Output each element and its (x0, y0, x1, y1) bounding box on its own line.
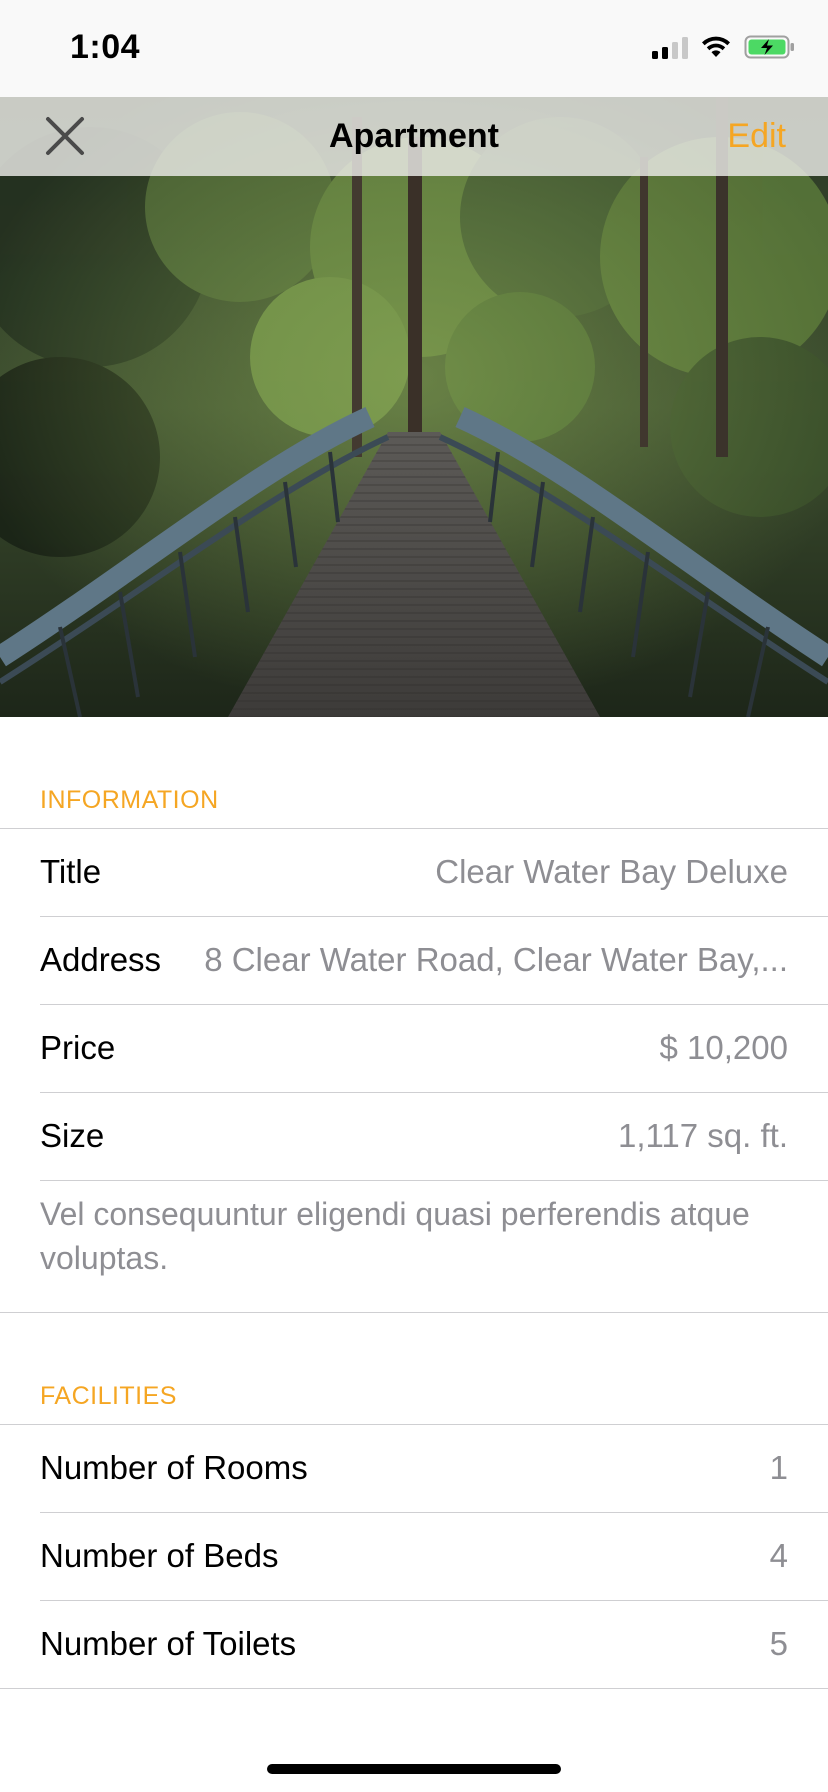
status-time: 1:04 (70, 28, 141, 66)
row-label: Price (40, 1029, 116, 1066)
cellular-signal-icon (652, 35, 688, 59)
row-label: Number of Beds (40, 1537, 279, 1574)
info-row-price[interactable]: Price $ 10,200 (40, 1005, 788, 1091)
info-row-title[interactable]: Title Clear Water Bay Deluxe (40, 829, 788, 915)
info-row-address[interactable]: Address 8 Clear Water Road, Clear Water … (40, 917, 788, 1003)
apartment-detail-screen: 1:04 Apartment Edit INFORMATION Title Cl… (0, 0, 828, 1792)
info-row-size[interactable]: Size 1,117 sq. ft. (40, 1093, 788, 1179)
information-section-header: INFORMATION (40, 786, 219, 814)
row-value: 5 (769, 1625, 788, 1662)
battery-charging-icon (744, 35, 794, 59)
row-label: Title (40, 853, 102, 890)
apartment-photo (0, 97, 828, 717)
bridge-forest-image (0, 97, 828, 717)
status-icons (652, 34, 796, 60)
row-label: Size (40, 1117, 105, 1154)
separator (0, 1312, 828, 1313)
facility-row-rooms[interactable]: Number of Rooms 1 (40, 1425, 788, 1511)
page-title: Apartment (328, 117, 500, 155)
row-value: 8 Clear Water Road, Clear Water Bay,... (204, 941, 788, 978)
description-text: Vel consequuntur eligendi quasi perferen… (40, 1196, 750, 1276)
row-value: 4 (769, 1537, 788, 1574)
wifi-icon (702, 36, 730, 57)
navigation-bar: Apartment Edit (0, 97, 828, 176)
separator (0, 1688, 828, 1689)
row-value: $ 10,200 (659, 1029, 788, 1066)
row-label: Number of Rooms (40, 1449, 308, 1486)
row-label: Number of Toilets (40, 1625, 297, 1662)
row-value: Clear Water Bay Deluxe (435, 853, 788, 890)
facility-row-beds[interactable]: Number of Beds 4 (40, 1513, 788, 1599)
facility-row-toilets[interactable]: Number of Toilets 5 (40, 1601, 788, 1687)
row-value: 1 (769, 1449, 788, 1486)
edit-button[interactable]: Edit (727, 117, 786, 156)
separator (40, 1180, 828, 1181)
row-label: Address (40, 941, 162, 978)
status-bar: 1:04 (0, 0, 828, 97)
home-indicator[interactable] (267, 1764, 561, 1774)
facilities-section-header: FACILITIES (40, 1382, 177, 1410)
row-value: 1,117 sq. ft. (618, 1117, 788, 1154)
